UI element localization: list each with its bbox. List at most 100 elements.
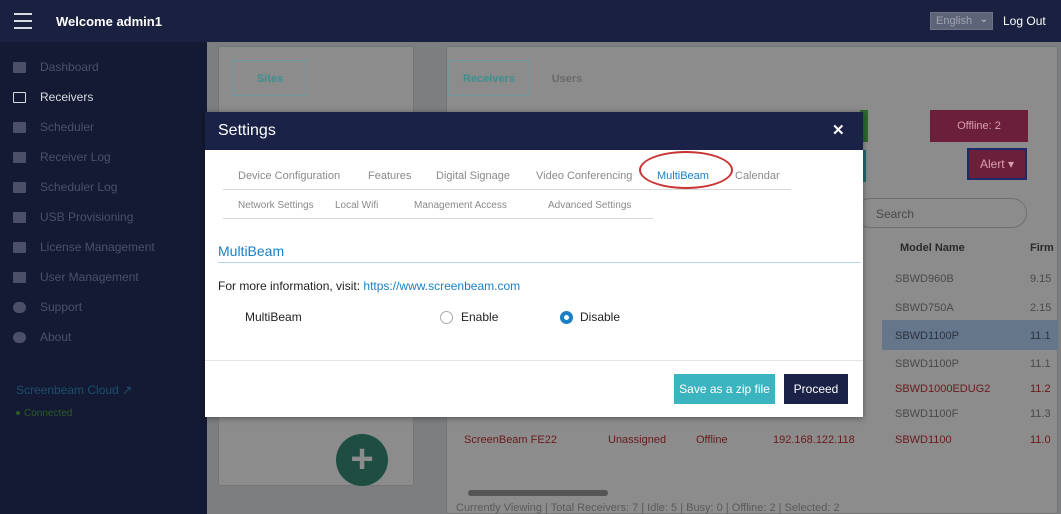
tab-advanced-settings[interactable]: Advanced Settings	[548, 200, 631, 211]
tab-local-wifi[interactable]: Local Wifi	[335, 200, 378, 211]
model-cell: SBWD1100F	[895, 408, 959, 420]
status-dot-icon	[16, 411, 20, 416]
tab-network-settings[interactable]: Network Settings	[238, 200, 314, 211]
connection-status-text: Connected	[24, 408, 73, 419]
info-text: For more information, visit: https://www…	[218, 279, 520, 293]
model-cell: SBWD960B	[895, 273, 954, 285]
sidebar-item-support[interactable]: Support	[0, 292, 207, 322]
external-link-icon: ↗	[122, 383, 133, 397]
disable-label: Disable	[580, 310, 621, 324]
firmware-cell: 2.15	[1030, 302, 1052, 314]
search-input[interactable]: Search	[855, 198, 1027, 228]
highlight-ring	[639, 151, 733, 189]
sidebar-item-label: Scheduler Log	[40, 180, 118, 194]
info-icon	[13, 301, 26, 313]
modal-title: Settings	[218, 122, 276, 139]
sidebar-item-label: Support	[40, 300, 83, 314]
firmware-cell: 9.15	[1030, 273, 1052, 285]
tab-sites[interactable]: Sites	[233, 60, 307, 96]
language-select[interactable]: English ⌄	[930, 12, 993, 30]
enable-radio[interactable]	[440, 311, 453, 324]
receiver-site-cell: Unassigned	[608, 434, 667, 446]
firmware-cell: 11.2	[1030, 383, 1051, 395]
alert-button-label: Alert	[979, 157, 1005, 171]
sidebar-item-receiver-log[interactable]: Receiver Log	[0, 142, 207, 172]
column-header-model-name[interactable]: Model Name	[900, 232, 965, 264]
top-bar: Welcome admin1 English ⌄ Log Out	[0, 0, 1061, 42]
proceed-button[interactable]: Proceed	[784, 374, 848, 404]
offline-chip[interactable]: Offline: 2	[930, 110, 1028, 142]
tab-management-access[interactable]: Management Access	[414, 200, 507, 211]
usb-icon	[13, 211, 26, 223]
connection-status: Connected	[16, 408, 72, 419]
modal-footer-divider	[205, 360, 863, 361]
receiver-status-cell: Offline	[696, 434, 728, 446]
firmware-cell: 11.0	[1030, 434, 1051, 446]
sidebar-item-usb-provisioning[interactable]: USB Provisioning	[0, 202, 207, 232]
help-icon	[13, 331, 26, 343]
model-cell: SBWD1100P	[895, 358, 959, 370]
enable-label: Enable	[461, 310, 499, 324]
tab-video-conferencing[interactable]: Video Conferencing	[536, 170, 632, 182]
folder-icon	[13, 181, 26, 193]
close-icon[interactable]: ✕	[832, 121, 845, 139]
model-cell: SBWD1100P	[895, 330, 959, 342]
tab-digital-signage[interactable]: Digital Signage	[436, 170, 510, 182]
section-title: MultiBeam	[218, 243, 285, 259]
model-cell: SBWD750A	[895, 302, 954, 314]
sidebar-item-scheduler-log[interactable]: Scheduler Log	[0, 172, 207, 202]
multibeam-label: MultiBeam	[245, 310, 302, 324]
settings-modal: Settings ✕ Device Configuration Features…	[205, 112, 863, 417]
model-cell: SBWD1000EDUG2	[895, 383, 991, 395]
chevron-down-icon: ⌄	[979, 14, 988, 25]
sidebar-item-label: USB Provisioning	[40, 210, 134, 224]
add-site-button[interactable]: +	[336, 434, 388, 486]
table-summary: Currently Viewing | Total Receivers: 7 |…	[456, 502, 840, 514]
sidebar-item-about[interactable]: About	[0, 322, 207, 352]
firmware-cell: 11.1	[1030, 330, 1051, 342]
receiver-name-cell: ScreenBeam FE22	[464, 434, 557, 446]
screenbeam-link[interactable]: https://www.screenbeam.com	[363, 279, 520, 293]
horizontal-scrollbar[interactable]	[468, 490, 608, 496]
firmware-cell: 11.3	[1030, 408, 1051, 420]
model-cell: SBWD1100	[895, 434, 952, 446]
tab-calendar[interactable]: Calendar	[735, 170, 780, 182]
tab-users[interactable]: Users	[536, 60, 598, 96]
sidebar-item-license-management[interactable]: License Management	[0, 232, 207, 262]
language-value: English	[936, 15, 973, 27]
tab-sites-label: Sites	[256, 73, 284, 85]
disable-radio[interactable]	[560, 311, 573, 324]
modal-header: Settings ✕	[205, 112, 863, 150]
log-icon	[13, 151, 26, 163]
alert-button[interactable]: Alert ▾	[967, 148, 1027, 180]
sidebar-item-label: About	[40, 330, 72, 344]
caret-down-icon: ▾	[1008, 157, 1015, 171]
column-header-firmware[interactable]: Firm	[1030, 232, 1054, 264]
tab-receivers[interactable]: Receivers	[448, 60, 530, 96]
sidebar-item-label: License Management	[40, 240, 155, 254]
sidebar-item-label: Receiver Log	[40, 150, 111, 164]
calendar-icon	[13, 121, 26, 133]
cloud-label: Screenbeam Cloud	[16, 383, 119, 397]
sidebar-item-label: Receivers	[40, 90, 94, 104]
sidebar-item-dashboard[interactable]: Dashboard	[0, 52, 207, 82]
sidebar-item-label: User Management	[40, 270, 139, 284]
logout-link[interactable]: Log Out	[1003, 14, 1046, 28]
tab-features[interactable]: Features	[368, 170, 411, 182]
sidebar-item-user-management[interactable]: User Management	[0, 262, 207, 292]
menu-icon[interactable]	[14, 13, 32, 29]
tab-row-divider	[223, 189, 791, 190]
firmware-cell: 11.1	[1030, 358, 1051, 370]
tab-row-divider	[223, 218, 653, 219]
screenbeam-cloud-link[interactable]: Screenbeam Cloud ↗	[16, 383, 132, 397]
receiver-ip-cell: 192.168.122.118	[773, 434, 855, 446]
users-icon	[13, 271, 26, 283]
tab-device-configuration[interactable]: Device Configuration	[238, 170, 340, 182]
save-zip-button[interactable]: Save as a zip file	[674, 374, 775, 404]
sidebar-item-label: Scheduler	[40, 120, 95, 134]
sidebar-item-receivers[interactable]: Receivers	[0, 82, 207, 112]
sidebar-item-scheduler[interactable]: Scheduler	[0, 112, 207, 142]
sidebar: Dashboard Receivers Scheduler Receiver L…	[0, 42, 207, 514]
license-icon	[13, 241, 26, 253]
section-divider	[218, 262, 861, 263]
